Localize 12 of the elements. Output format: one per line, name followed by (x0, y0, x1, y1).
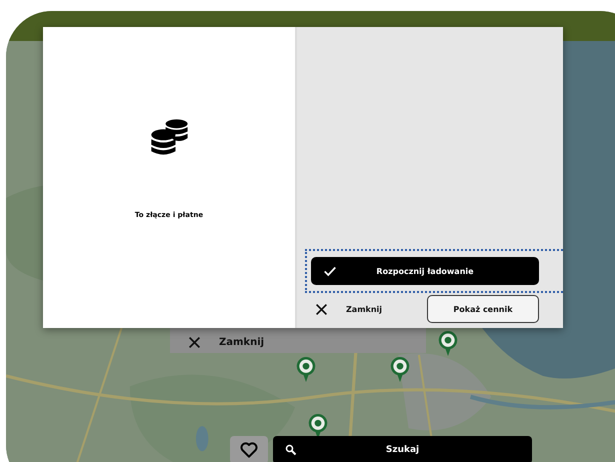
price-list-button[interactable]: Pokaż cennik (427, 295, 539, 323)
search-icon (285, 444, 297, 456)
map-pin-icon[interactable] (438, 330, 458, 357)
check-icon (323, 264, 337, 278)
close-icon (315, 302, 328, 316)
close-button[interactable]: Zamknij (188, 336, 264, 349)
search-button[interactable]: Szukaj (273, 436, 532, 462)
start-charging-button[interactable]: Rozpocznij ładowanie (311, 257, 539, 285)
heart-icon (239, 440, 259, 460)
close-button[interactable]: Zamknij (315, 302, 382, 316)
favorites-button[interactable] (230, 436, 268, 462)
close-icon (188, 336, 201, 349)
